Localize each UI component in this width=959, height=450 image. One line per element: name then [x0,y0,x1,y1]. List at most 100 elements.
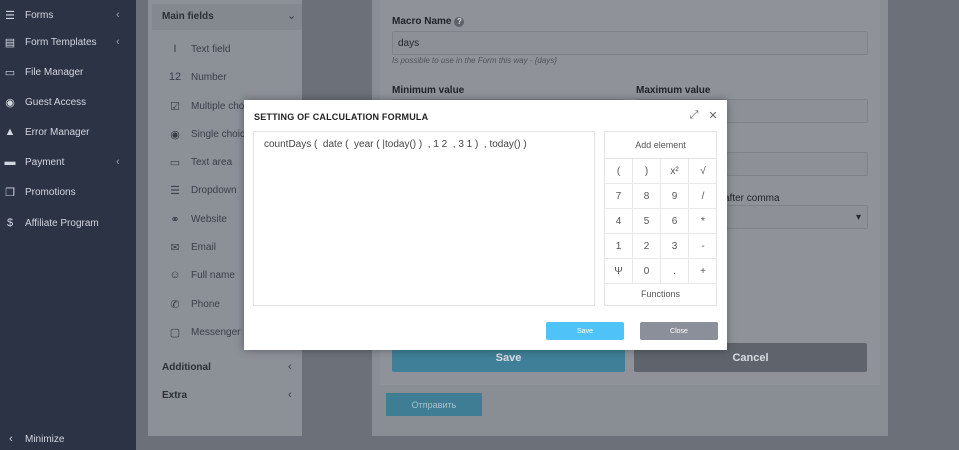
key-open-paren[interactable]: ( [605,159,633,184]
chevron-left-icon: ‹ [9,433,13,445]
sidebar-item-file-manager[interactable]: ▭ File Manager [0,57,136,87]
sidebar-item-affiliate-program[interactable]: $ Affiliate Program [0,208,136,238]
key-dot[interactable]: . [661,259,689,284]
chevron-left-icon: ‹ [288,361,292,373]
macro-hint: Is possible to use in the Form this way … [392,56,557,65]
field-item-text-field[interactable]: I Text field [158,36,302,62]
main-fields-title: Main fields [162,11,214,22]
key-8[interactable]: 8 [633,184,661,209]
key-1[interactable]: 1 [605,234,633,259]
sidebar-item-label: Affiliate Program [25,217,99,229]
number-icon: 12 [168,71,182,83]
field-item-label: Number [191,72,227,83]
key-plus[interactable]: + [689,259,717,284]
macro-name-label: Macro Name? [392,16,465,27]
minimize-label: Minimize [25,433,65,445]
extra-label: Extra [162,390,188,401]
sidebar-item-label: Forms [25,9,54,21]
field-item-label: Text field [191,44,231,55]
field-item-number[interactable]: 12 Number [158,64,302,90]
file-manager-icon: ▭ [4,66,16,79]
element-pad: Add element ( ) x² √ 7 8 9 / 4 5 6 * 1 2… [604,131,717,306]
sidebar-item-label: Form Templates [25,36,97,48]
functions-button[interactable]: Functions [605,282,716,305]
dropdown-icon: ☰ [170,184,180,197]
maximum-value-label: Maximum value [636,85,711,96]
phone-icon: ✆ [170,298,180,311]
key-3[interactable]: 3 [661,234,689,259]
field-item-label: Website [191,214,227,225]
expand-icon[interactable]: ⤢ [688,109,700,121]
field-item-label: Dropdown [191,185,237,196]
formula-modal: SETTING OF CALCULATION FORMULA ⤢ ✕ count… [244,100,727,350]
macro-name-input[interactable]: days [392,31,868,55]
field-item-label: Full name [191,270,235,281]
minimum-value-label: Minimum value [392,85,465,96]
sidebar-item-guest-access[interactable]: ◉ Guest Access [0,87,136,117]
sidebar-item-forms[interactable]: ☰ Forms ‹ [0,0,136,30]
guest-access-icon: ◉ [5,96,15,109]
full-name-icon: ☺ [169,269,181,281]
key-2[interactable]: 2 [633,234,661,259]
key-close-paren[interactable]: ) [633,159,661,184]
error-manager-icon: ▲ [4,126,16,138]
field-item-label: Multiple choi [191,101,247,112]
key-sqrt[interactable]: √ [689,159,717,184]
chevron-left-icon: ‹ [116,9,120,21]
single-choice-icon: ◉ [170,128,180,141]
key-divide[interactable]: / [689,184,717,209]
modal-title: SETTING OF CALCULATION FORMULA [254,112,429,122]
formula-editor[interactable]: countDays ( date ( year ( |today() ) , 1… [253,131,595,306]
field-item-label: Email [191,242,217,253]
field-item-label: Messenger [191,327,241,338]
add-element-title: Add element [605,132,716,159]
promotions-icon: ❒ [5,186,15,199]
multiple-choice-icon: ☑ [170,100,180,113]
extra-section-header[interactable]: Extra ‹ [152,382,302,408]
key-6[interactable]: 6 [661,209,689,234]
chevron-left-icon: ‹ [116,36,120,48]
website-icon: ⚭ [170,213,180,226]
sidebar: ☰ Forms ‹ ▤ Form Templates ‹ ▭ File Mana… [0,0,136,450]
messenger-icon: ▢ [169,326,181,339]
text-area-icon: ▭ [169,156,181,169]
chevron-left-icon: ‹ [116,156,120,168]
chevron-down-icon: ⌄ [287,10,297,22]
key-multiply[interactable]: * [689,209,717,234]
field-item-label: Text area [191,157,233,168]
affiliate-program-icon: $ [6,217,14,229]
key-psi[interactable]: Ψ [605,259,633,284]
close-icon[interactable]: ✕ [707,109,719,122]
payment-icon: ▬ [4,156,16,168]
additional-section-header[interactable]: Additional ‹ [152,354,302,380]
sidebar-item-error-manager[interactable]: ▲ Error Manager [0,117,136,147]
formula-text: countDays ( date ( year ( |today() ) , 1… [264,139,527,150]
chevron-left-icon: ‹ [288,389,292,401]
modal-save-button[interactable]: Save [546,322,624,340]
help-icon[interactable]: ? [454,17,465,27]
email-icon: ✉ [170,241,180,254]
sidebar-item-label: File Manager [25,66,84,78]
text-field-icon: I [173,43,177,55]
sidebar-item-payment[interactable]: ▬ Payment ‹ [0,147,136,177]
key-minus[interactable]: - [689,234,717,259]
sidebar-item-form-templates[interactable]: ▤ Form Templates ‹ [0,27,136,57]
key-5[interactable]: 5 [633,209,661,234]
after-comma-label: after comma [724,193,780,204]
key-0[interactable]: 0 [633,259,661,284]
submit-button[interactable]: Отправить [386,393,482,416]
key-9[interactable]: 9 [661,184,689,209]
sidebar-item-promotions[interactable]: ❒ Promotions [0,177,136,207]
key-square[interactable]: x² [661,159,689,184]
field-item-label: Phone [191,299,220,310]
forms-icon: ☰ [5,9,15,22]
modal-close-button[interactable]: Close [640,322,718,340]
field-item-label: Single choice [191,129,251,140]
form-templates-icon: ▤ [4,36,16,49]
key-4[interactable]: 4 [605,209,633,234]
sidebar-item-label: Guest Access [25,96,87,108]
key-7[interactable]: 7 [605,184,633,209]
sidebar-item-label: Payment [25,156,65,168]
sidebar-item-label: Error Manager [25,126,90,138]
minimize-button[interactable]: ‹ Minimize [0,428,136,450]
